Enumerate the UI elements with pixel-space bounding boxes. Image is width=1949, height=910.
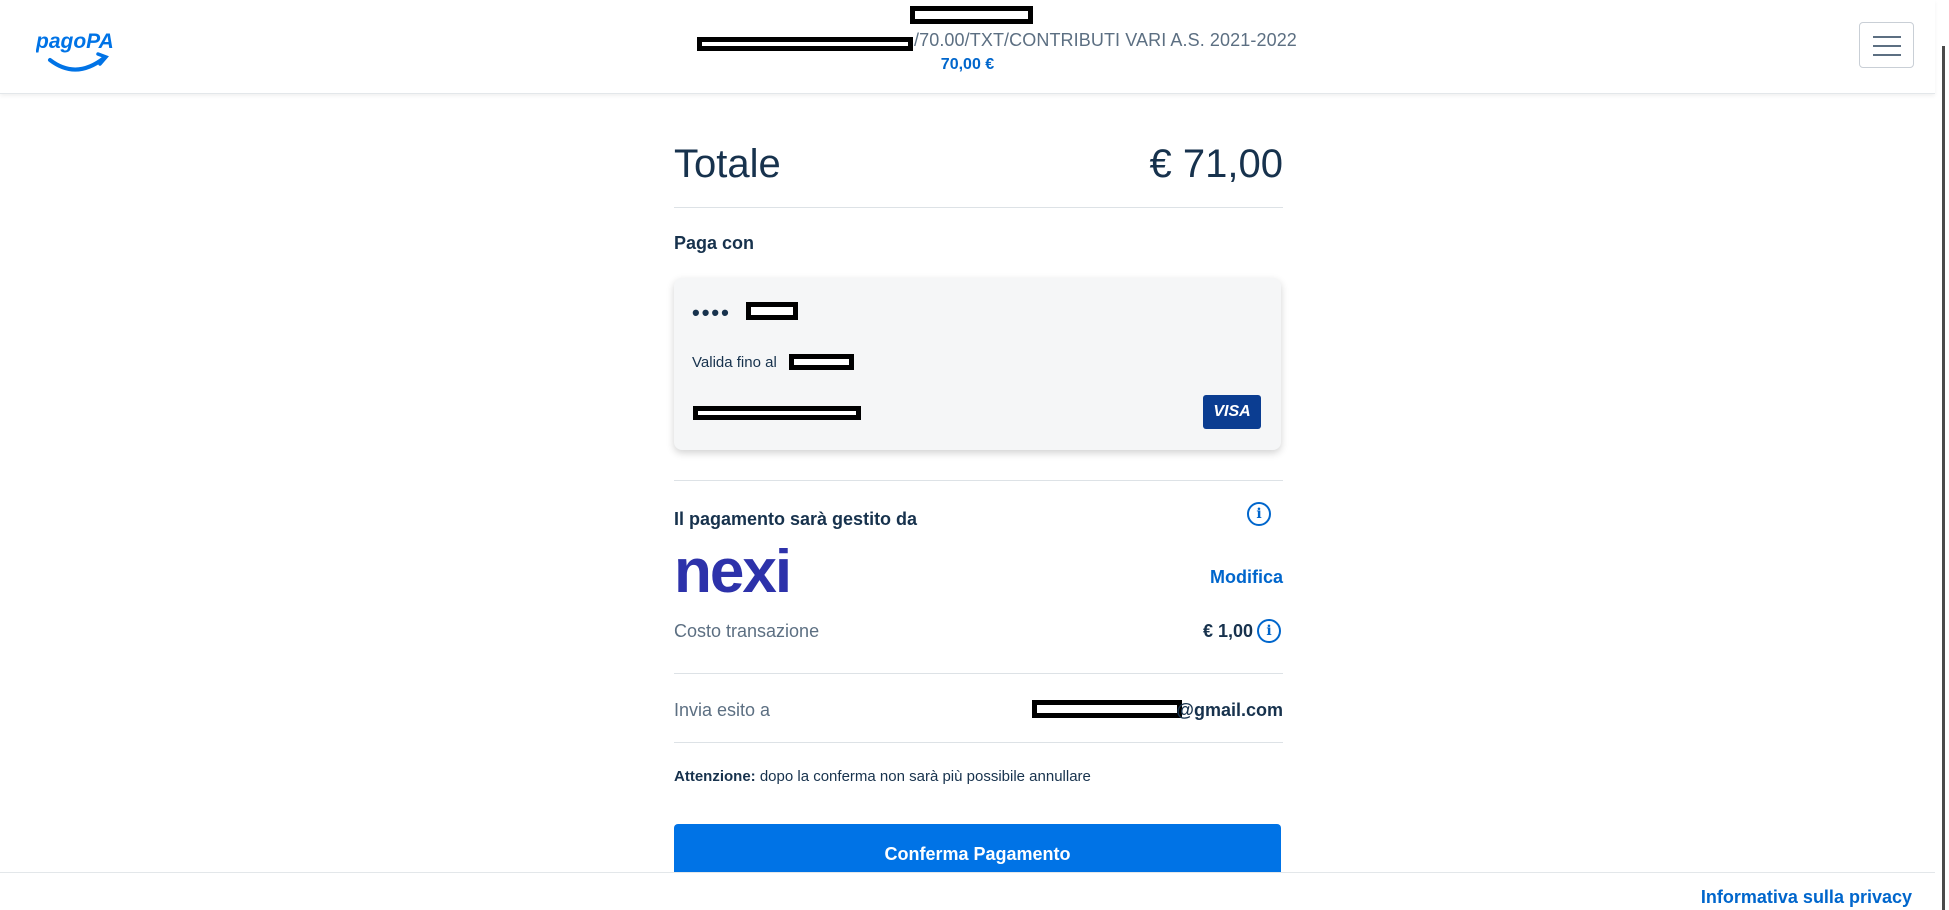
- redacted-box: [910, 6, 1033, 24]
- hamburger-icon: [1873, 45, 1901, 47]
- info-icon[interactable]: i: [1247, 502, 1271, 526]
- redacted-box: [1032, 700, 1182, 718]
- total-label: Totale: [674, 142, 781, 186]
- nexi-logo-text: nexi: [674, 548, 790, 598]
- divider: [674, 673, 1283, 674]
- total-value: € 71,00: [1149, 142, 1283, 186]
- divider: [674, 742, 1283, 743]
- scrollbar[interactable]: [1942, 46, 1945, 910]
- total-row: Totale € 71,00: [674, 142, 1283, 202]
- pagopa-logo-text: pagoPA: [36, 30, 114, 53]
- card-number-mask: ••••: [692, 300, 731, 325]
- payment-card[interactable]: •••• Valida fino al VISA: [674, 278, 1281, 450]
- redacted-box: [693, 406, 861, 420]
- redacted-box: [697, 37, 913, 51]
- psp-label: Il pagamento sarà gestito da: [674, 509, 918, 529]
- send-result-email: @gmail.com: [1176, 700, 1283, 720]
- warning-text: Attenzione: dopo la conferma non sarà pi…: [674, 768, 1091, 785]
- menu-button[interactable]: [1859, 22, 1914, 68]
- payment-amount: 70,00 €: [940, 56, 995, 73]
- redacted-box: [746, 302, 798, 320]
- send-result-label: Invia esito a: [674, 700, 771, 720]
- nexi-logo: nexi: [674, 548, 792, 598]
- warning-message: dopo la conferma non sarà più possibile …: [755, 768, 1091, 785]
- modify-psp-link[interactable]: Modifica: [1210, 567, 1283, 588]
- hamburger-icon: [1873, 36, 1901, 38]
- fee-label: Costo transazione: [674, 621, 820, 641]
- visa-icon: VISA: [1203, 395, 1261, 429]
- privacy-link[interactable]: Informativa sulla privacy: [1701, 887, 1912, 908]
- pay-with-label: Paga con: [674, 233, 755, 253]
- fee-value: € 1,00: [1202, 621, 1253, 641]
- hamburger-icon: [1873, 54, 1901, 56]
- divider: [674, 480, 1283, 481]
- info-icon[interactable]: i: [1257, 619, 1281, 643]
- checkout-page: pagoPA /70.00/TXT/CONTRIBUTI VARI A.S. 2…: [0, 0, 1949, 910]
- warning-prefix: Attenzione:: [674, 768, 756, 785]
- payment-description: /70.00/TXT/CONTRIBUTI VARI A.S. 2021-202…: [914, 30, 1297, 50]
- redacted-box: [789, 354, 854, 370]
- divider: [674, 207, 1283, 208]
- header: pagoPA /70.00/TXT/CONTRIBUTI VARI A.S. 2…: [0, 0, 1935, 94]
- card-expiry-label: Valida fino al: [692, 354, 777, 371]
- footer: Informativa sulla privacy: [0, 872, 1935, 910]
